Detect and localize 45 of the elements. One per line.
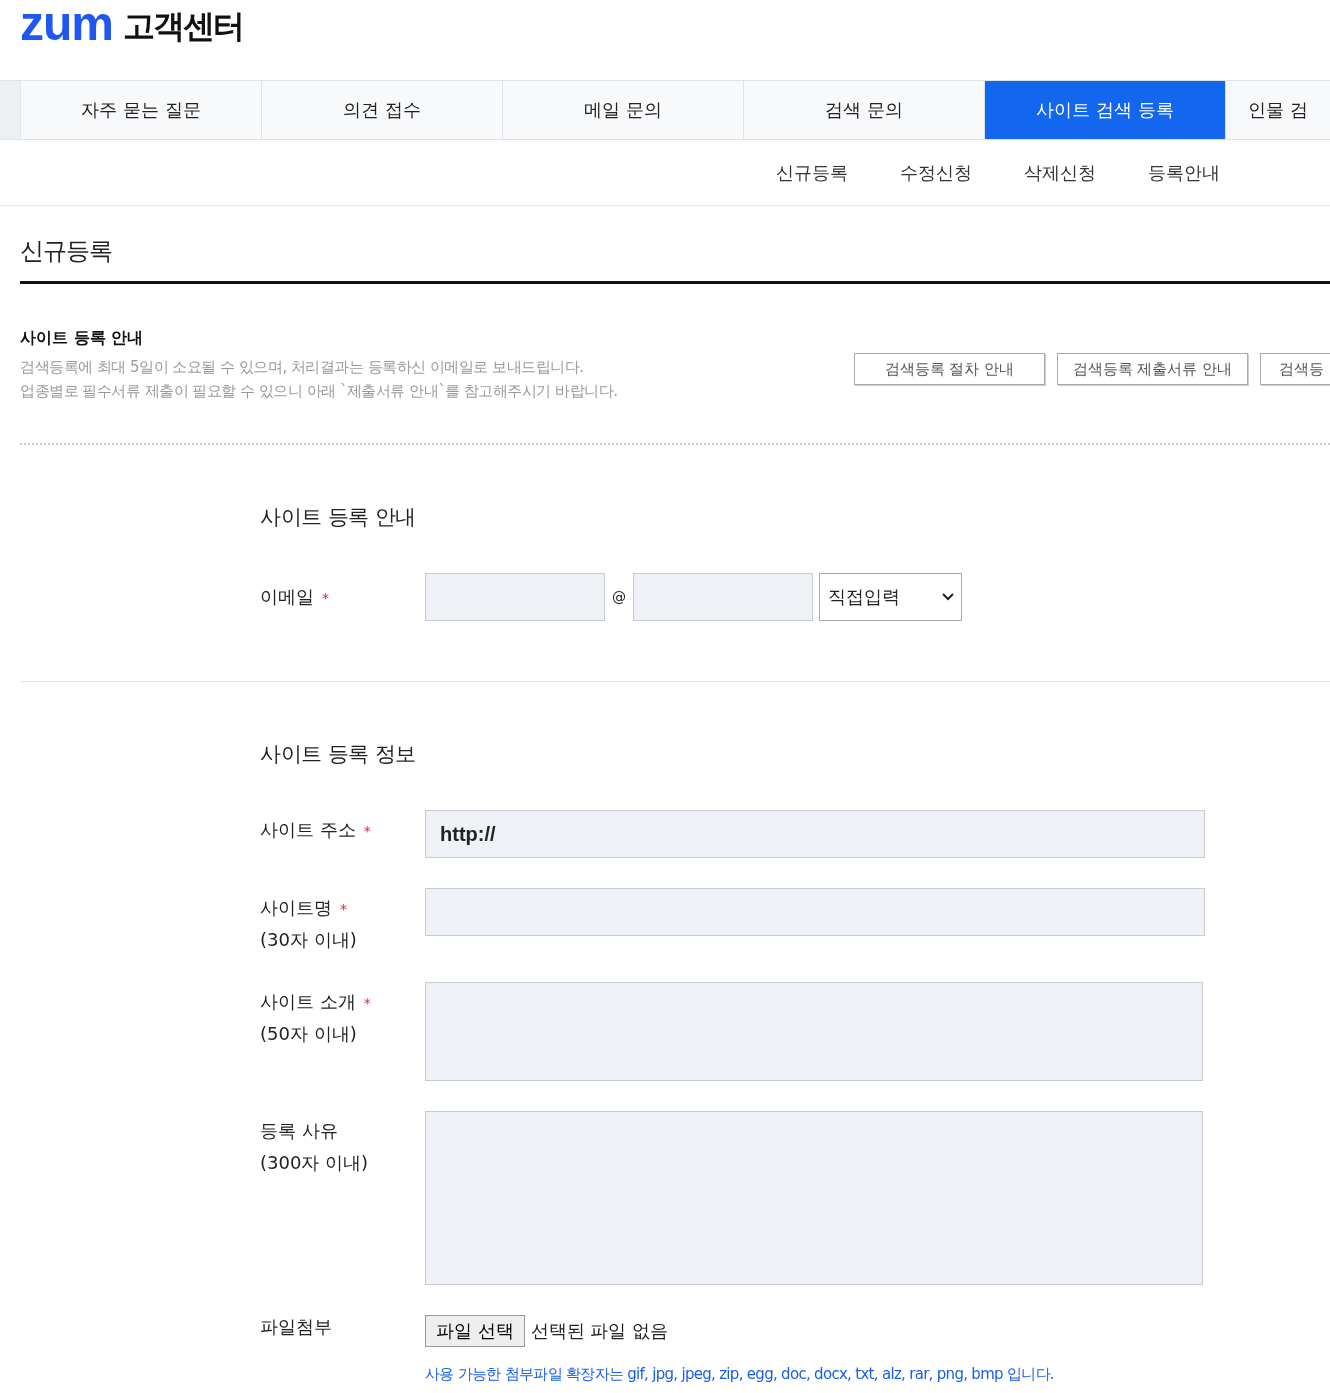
page-title: 신규등록 [20, 206, 1330, 284]
text-field[interactable]: http:// [425, 810, 1205, 858]
length-hint: (30자 이내) [260, 928, 358, 952]
field-label: 사이트 소개 [260, 991, 356, 1012]
nav-tab[interactable]: 의견 접수 [262, 81, 503, 139]
section-title: 사이트 등록 정보 [260, 741, 417, 768]
guide-button[interactable]: 검색등록 절차 안내 [854, 353, 1045, 385]
file-status: 선택된 파일 없음 [530, 1319, 669, 1343]
field-label: 파일첨부 [260, 1316, 332, 1337]
text-field[interactable] [425, 888, 1205, 936]
nav-tab[interactable]: 자주 묻는 질문 [21, 81, 262, 139]
notice-text: 검색등록에 최대 5일이 소요될 수 있으며, 처리결과는 등록하신 이메일로 보내드립니다. [20, 357, 585, 378]
required-mark: * [363, 823, 371, 839]
text-area[interactable] [425, 982, 1203, 1081]
field-label: 이메일 [260, 586, 314, 607]
brand-logo[interactable]: zum [20, 2, 113, 46]
site-title: 고객센터 [123, 6, 243, 47]
field-label: 등록 사유 [260, 1120, 338, 1141]
guide-button[interactable]: 검색등 [1260, 353, 1330, 385]
field-label: 사이트 주소 [260, 819, 356, 840]
email-id-field[interactable] [425, 573, 605, 621]
at-sign: @ [611, 589, 627, 605]
subnav-link[interactable]: 신규등록 [776, 160, 848, 185]
nav-tab[interactable]: 사이트 검색 등록 [985, 81, 1226, 139]
length-hint: (300자 이내) [260, 1151, 370, 1175]
required-mark: * [322, 590, 329, 606]
required-mark: * [363, 995, 371, 1011]
notice-title: 사이트 등록 안내 [20, 328, 145, 349]
chevron-down-icon [941, 592, 955, 602]
subnav-link[interactable]: 삭제신청 [1024, 160, 1096, 185]
required-mark: * [340, 901, 347, 917]
subnav-link[interactable]: 등록안내 [1148, 160, 1220, 185]
nav-tab[interactable]: 메일 문의 [503, 81, 744, 139]
field-label: 사이트명 [260, 897, 332, 918]
guide-button[interactable]: 검색등록 제출서류 안내 [1057, 353, 1248, 385]
text-area[interactable] [425, 1111, 1203, 1285]
file-note: 사용 가능한 첨부파일 확장자는 gif, jpg, jpeg, zip, egg, doc, docx, txt, alz, rar, png, bmp 입니다. [425, 1365, 1054, 1384]
domain-select[interactable]: 직접입력 [819, 573, 962, 621]
subnav-link[interactable]: 수정신청 [900, 160, 972, 185]
email-domain-field[interactable] [633, 573, 813, 621]
notice-text: 업종별로 필수서류 제출이 필요할 수 있으니 아래 `제출서류 안내`를 참고해주시기 바랍니다. [20, 381, 618, 402]
file-select-button[interactable]: 파일 선택 [425, 1315, 525, 1347]
length-hint: (50자 이내) [260, 1022, 358, 1046]
nav-tab[interactable]: 인물 검 [1226, 81, 1330, 139]
section-title: 사이트 등록 안내 [260, 504, 417, 531]
